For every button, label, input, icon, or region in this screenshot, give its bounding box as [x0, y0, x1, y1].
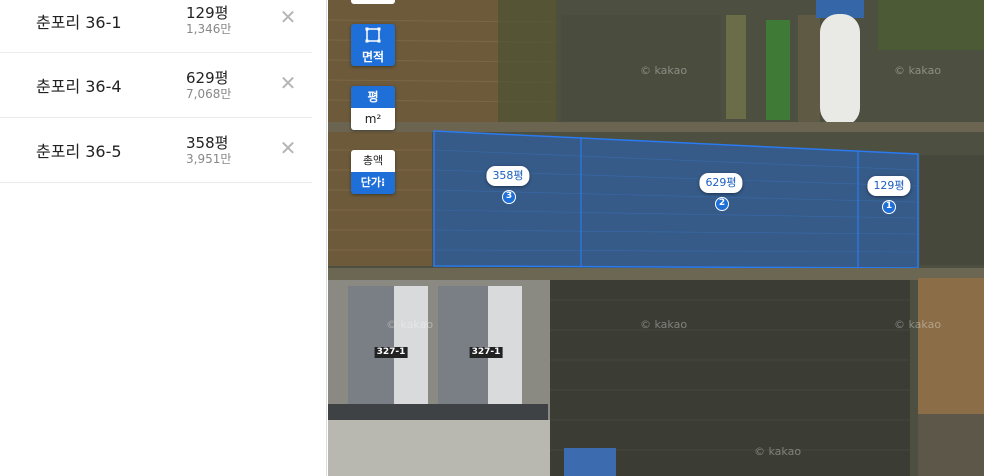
parcel-area-tag[interactable]: 629평	[699, 173, 743, 193]
price-total-button[interactable]: 총액	[351, 150, 395, 172]
map-watermark: © kakao	[894, 64, 942, 77]
area-measure-icon	[365, 27, 381, 43]
map-watermark: © kakao	[894, 318, 942, 331]
map-watermark: © kakao	[640, 318, 688, 331]
remove-parcel-icon[interactable]: ✕	[279, 73, 297, 93]
parcel-row[interactable]: 춘포리 36-4 629평 7,068만 ✕	[0, 53, 312, 118]
parcel-area-tag[interactable]: 358평	[486, 166, 530, 186]
map-watermark: © kakao	[386, 318, 434, 331]
map-control-top[interactable]	[351, 0, 395, 4]
parcel-area-tag[interactable]: 129평	[867, 176, 911, 196]
parcel-name: 춘포리 36-5	[36, 142, 122, 161]
parcel-price: 3,951만	[186, 152, 232, 166]
building-lot-label: 327-1	[374, 347, 408, 358]
parcel-name: 춘포리 36-1	[36, 13, 122, 32]
parcel-list-panel: 춘포리 36-1 129평 1,346만 ✕ 춘포리 36-4 629평 7,0…	[0, 0, 327, 476]
parcel-price: 1,346만	[186, 22, 232, 36]
remove-parcel-icon[interactable]: ✕	[279, 7, 297, 27]
aerial-map[interactable]: 면적 평 m² 총액 단가⁝ 358평 3 629평 2 129평 1 327-…	[328, 0, 984, 476]
parcel-name: 춘포리 36-4	[36, 77, 122, 96]
unit-pyeong-button[interactable]: 평	[351, 86, 395, 108]
map-watermark: © kakao	[640, 64, 688, 77]
building-lot-label: 327-1	[469, 347, 503, 358]
parcel-number-badge: 3	[502, 190, 516, 204]
area-measure-label: 면적	[361, 50, 385, 64]
map-watermark: © kakao	[754, 445, 802, 458]
parcel-row[interactable]: 춘포리 36-5 358평 3,951만 ✕	[0, 118, 312, 183]
price-unit-button[interactable]: 단가⁝	[351, 172, 395, 194]
unit-sqm-button[interactable]: m²	[351, 108, 395, 130]
parcel-number-badge: 1	[882, 200, 896, 214]
area-measure-button[interactable]: 면적	[351, 24, 395, 66]
parcel-price: 7,068만	[186, 87, 232, 101]
parcel-row[interactable]: 춘포리 36-1 129평 1,346만 ✕	[0, 0, 312, 53]
remove-parcel-icon[interactable]: ✕	[279, 138, 297, 158]
parcel-number-badge: 2	[715, 197, 729, 211]
unit-toggle: 평 m²	[351, 86, 395, 130]
price-toggle: 총액 단가⁝	[351, 150, 395, 194]
